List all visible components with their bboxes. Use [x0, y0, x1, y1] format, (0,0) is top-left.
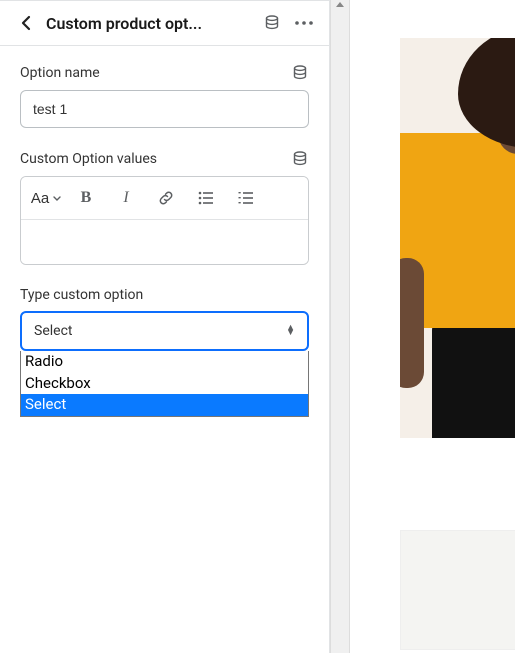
more-icon[interactable] — [295, 14, 313, 32]
numbered-list-icon — [238, 191, 254, 205]
dropdown-option-checkbox[interactable]: Checkbox — [21, 373, 308, 395]
option-name-input[interactable] — [20, 90, 309, 128]
type-custom-option-dropdown: Radio Checkbox Select — [20, 351, 309, 417]
sort-icon: ▲▼ — [286, 326, 295, 336]
database-icon[interactable] — [291, 150, 309, 168]
field-custom-option-values: Custom Option values Aa B I — [20, 150, 309, 265]
caret-down-icon — [53, 196, 61, 201]
chevron-left-icon — [21, 15, 31, 31]
sidebar-header: Custom product opt... — [0, 1, 329, 46]
field-type-custom-option: Type custom option Select ▲▼ Radio Check… — [20, 287, 309, 351]
dropdown-option-radio[interactable]: Radio — [21, 351, 308, 373]
rich-text-editor: Aa B I — [20, 176, 309, 265]
database-icon[interactable] — [263, 14, 281, 32]
rte-link-button[interactable] — [149, 183, 183, 213]
rte-italic-button[interactable]: I — [109, 183, 143, 213]
text-style-label: Aa — [31, 190, 49, 207]
product-image — [400, 38, 515, 438]
panel-title: Custom product opt... — [46, 14, 253, 33]
type-custom-option-select[interactable]: Select ▲▼ — [20, 311, 309, 351]
rte-text-style-button[interactable]: Aa — [29, 183, 63, 213]
option-name-label: Option name — [20, 65, 100, 81]
back-button[interactable] — [16, 13, 36, 33]
settings-sidebar: Custom product opt... Option name — [0, 0, 330, 653]
scrollbar[interactable] — [330, 0, 350, 653]
product-thumbnail — [400, 530, 515, 650]
bullet-list-icon — [198, 191, 214, 205]
type-custom-option-label: Type custom option — [20, 287, 143, 303]
rte-toolbar: Aa B I — [21, 177, 308, 220]
link-icon — [158, 190, 174, 206]
custom-option-values-label: Custom Option values — [20, 151, 157, 167]
rte-content-area[interactable] — [21, 220, 308, 264]
dropdown-option-select[interactable]: Select — [21, 394, 308, 416]
field-option-name: Option name — [20, 64, 309, 128]
rte-bold-button[interactable]: B — [69, 183, 103, 213]
preview-pane — [350, 0, 515, 653]
rte-numbered-list-button[interactable] — [229, 183, 263, 213]
rte-bullet-list-button[interactable] — [189, 183, 223, 213]
database-icon[interactable] — [291, 64, 309, 82]
select-value: Select — [34, 323, 72, 339]
